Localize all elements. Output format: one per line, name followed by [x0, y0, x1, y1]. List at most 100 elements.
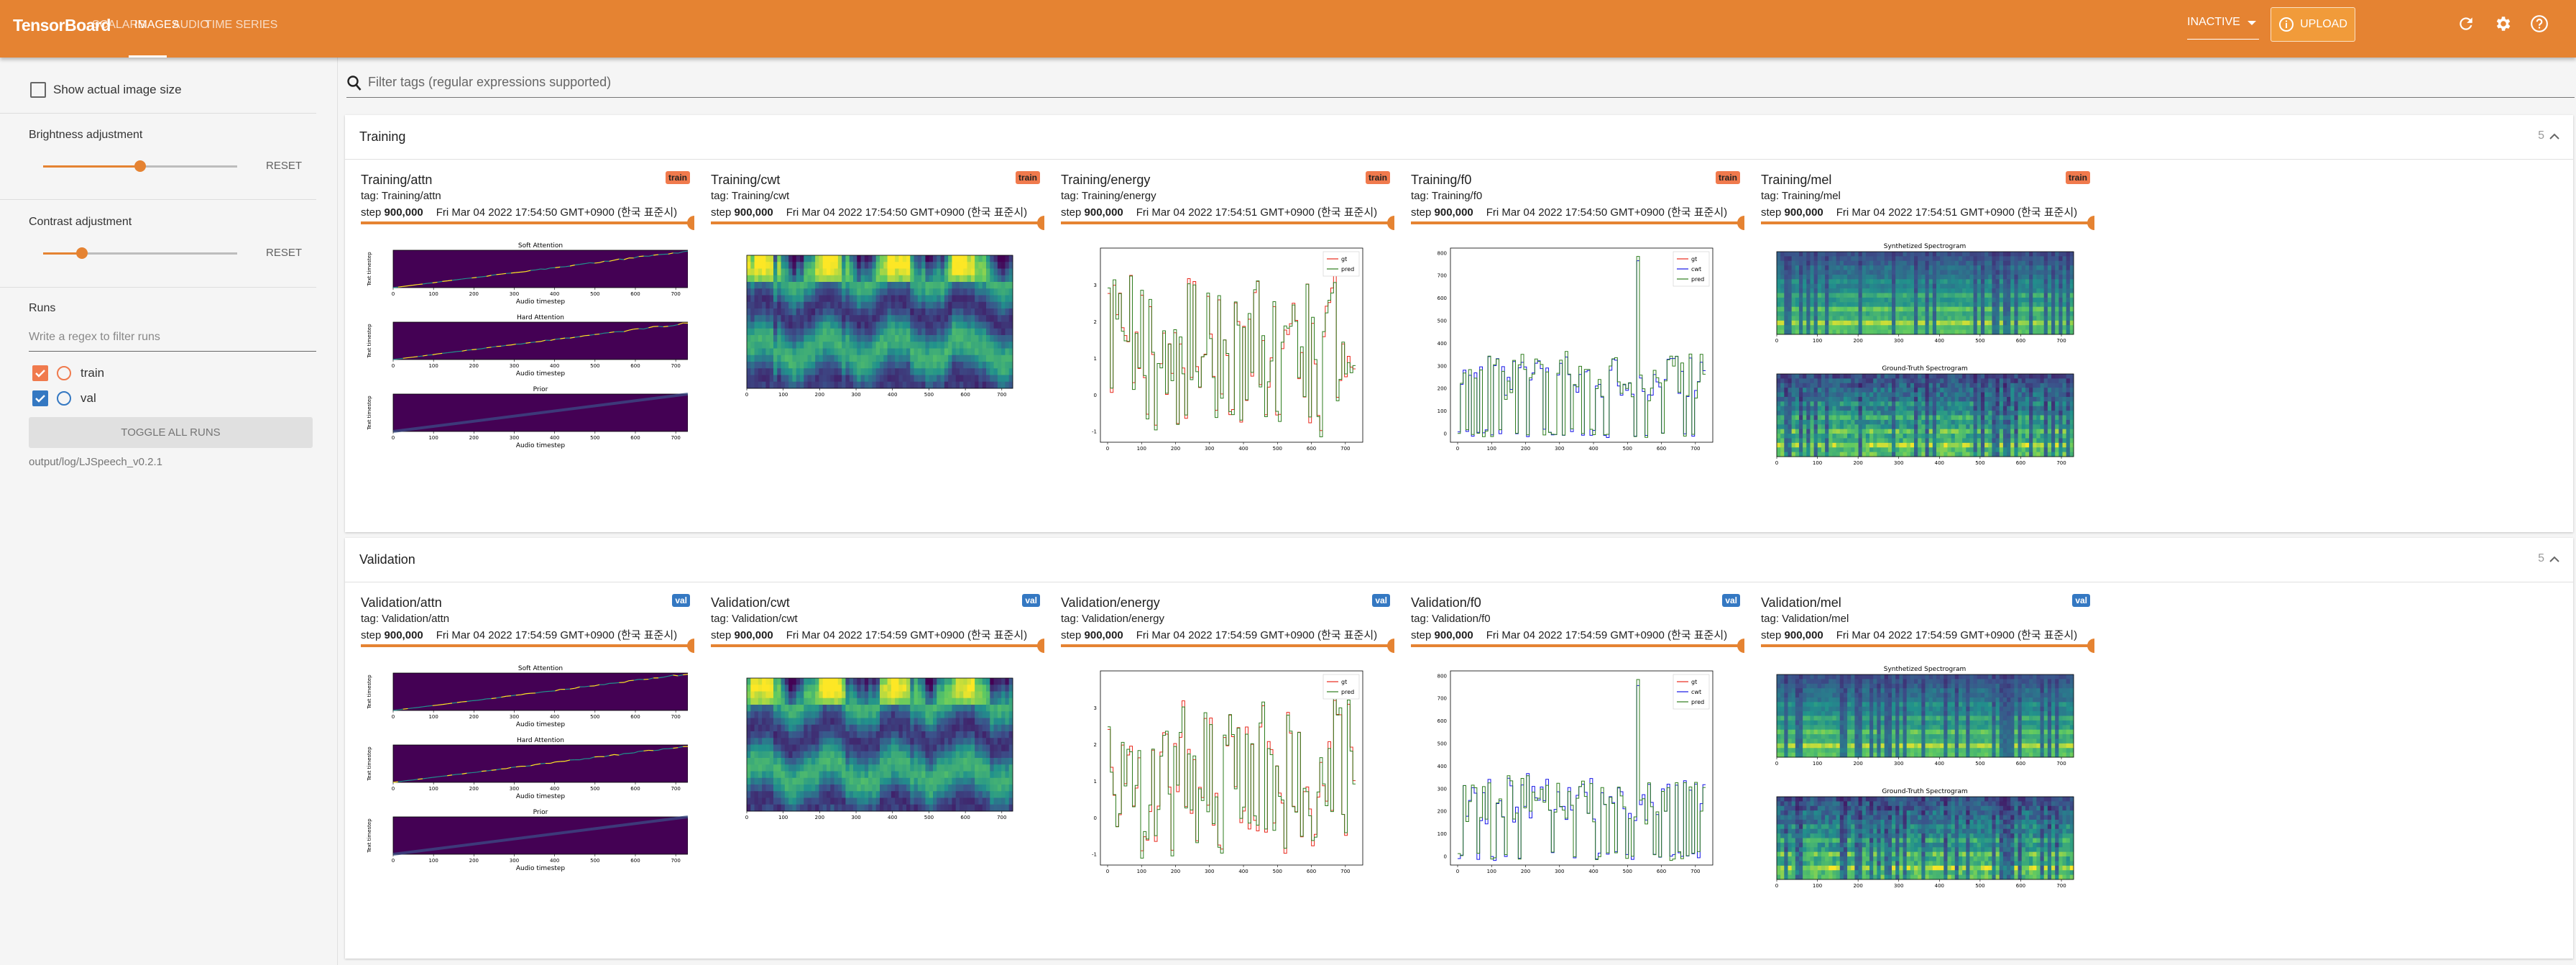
image-card: Training/mel train tag: Training/mel ste…	[1761, 171, 2094, 525]
tick-label: 700	[1340, 446, 1350, 452]
summary-image-energy[interactable]: -1 0 1 2 3 0 100 200 300 400 500 600 700 gt pred	[1061, 237, 1388, 467]
toggle-all-runs-button[interactable]: TOGGLE ALL RUNS	[29, 417, 313, 448]
step-slider-thumb[interactable]	[1037, 639, 1044, 653]
tick-label: 500	[924, 392, 934, 398]
chevron-up-icon[interactable]	[2546, 551, 2563, 568]
run-checkbox-train[interactable]	[32, 365, 48, 381]
tick-label: 600	[630, 858, 640, 864]
summary-image-mel[interactable]: Synthetized Spectrogram 0 100 200 300 400 500 6…	[1761, 660, 2088, 890]
step-slider-thumb[interactable]	[1737, 216, 1744, 230]
section-header[interactable]	[345, 538, 2573, 582]
tick-label: 200	[469, 858, 479, 864]
brightness-reset-button[interactable]: RESET	[266, 160, 302, 172]
step-value: 900,000	[1784, 629, 1823, 641]
tick-label: 200	[469, 714, 479, 720]
legend-entry: gt	[1341, 679, 1347, 685]
image-card-title: Validation/attn	[361, 595, 442, 610]
tick-label: 300	[1438, 363, 1447, 369]
contrast-slider-thumb[interactable]	[76, 247, 88, 259]
summary-image-energy[interactable]: -1 0 1 2 3 0 100 200 300 400 500 600 700 gt pred	[1061, 660, 1388, 890]
tick-label: 100	[428, 291, 438, 297]
step-slider[interactable]	[711, 216, 1044, 230]
image-card: Validation/attn val tag: Validation/attn…	[361, 594, 694, 951]
step-slider[interactable]	[1411, 639, 1744, 653]
summary-image-cwt[interactable]: 0 100 200 300 400 500 600 700	[711, 660, 1038, 890]
run-checkbox-val[interactable]	[32, 390, 48, 406]
summary-image-mel[interactable]: Synthetized Spectrogram 0 100 200 300 400 500 6…	[1761, 237, 2088, 467]
run-color-picker-val[interactable]	[57, 391, 71, 406]
tick-label: 600	[2016, 883, 2025, 889]
tick-label: 100	[1813, 460, 1822, 466]
tag-filter-input[interactable]: Filter tags (regular expressions support…	[368, 75, 611, 90]
axis-label: Audio timestep	[516, 865, 566, 872]
tag-filter[interactable]: Filter tags (regular expressions support…	[346, 70, 2575, 98]
dropdown-arrow-icon	[2248, 21, 2256, 25]
divider	[0, 113, 316, 114]
step-slider-thumb[interactable]	[2087, 639, 2094, 653]
summary-image-f0[interactable]: 0 100 200 300 400 500 600 700 800 0 100 200 300 400 50…	[1411, 660, 1738, 890]
tab-audio[interactable]: AUDIO	[172, 19, 209, 32]
plugin-select[interactable]: INACTIVE	[2187, 16, 2259, 40]
tick-label: 300	[1894, 338, 1903, 344]
run-color-picker-train[interactable]	[57, 366, 71, 380]
tick-label: 200	[1438, 809, 1447, 815]
step-slider[interactable]	[361, 639, 694, 653]
summary-image-f0[interactable]: 0 100 200 300 400 500 600 700 800 0 100 200 300 400 50…	[1411, 237, 1738, 467]
help-icon[interactable]	[2530, 14, 2549, 33]
step-slider[interactable]	[1061, 216, 1394, 230]
step-slider-thumb[interactable]	[1387, 216, 1394, 230]
image-card-title: Training/attn	[361, 173, 433, 187]
show-actual-size-label: Show actual image size	[53, 83, 182, 96]
checkmark-icon	[35, 395, 45, 403]
tick-label: 400	[550, 786, 559, 792]
brightness-slider-thumb[interactable]	[134, 160, 146, 172]
step-slider-thumb[interactable]	[1737, 639, 1744, 653]
tick-label: 0	[1456, 446, 1459, 452]
step-slider[interactable]	[1761, 216, 2094, 230]
upload-button[interactable]: UPLOAD	[2271, 7, 2355, 42]
run-badge: train	[1015, 171, 1040, 184]
refresh-icon[interactable]	[2457, 14, 2475, 33]
runs-filter-input[interactable]: Write a regex to filter runs	[29, 331, 316, 352]
subplot-title: Ground-Truth Spectrogram	[1882, 365, 1967, 372]
legend-entry: cwt	[1691, 689, 1701, 695]
summary-image-cwt[interactable]: 0 100 200 300 400 500 600 700	[711, 237, 1038, 467]
step-slider[interactable]	[711, 639, 1044, 653]
image-step-info: step 900,000 Fri Mar 04 2022 17:54:59 GMT…	[1061, 629, 1378, 641]
step-slider-thumb[interactable]	[2087, 216, 2094, 230]
step-slider[interactable]	[1761, 639, 2094, 653]
axis-label: Text timestep	[367, 746, 372, 782]
tick-label: 500	[1438, 318, 1447, 324]
step-slider-thumb[interactable]	[1387, 639, 1394, 653]
image-tag: tag: Training/mel	[1761, 190, 1841, 202]
step-slider-thumb[interactable]	[687, 639, 694, 653]
show-actual-size-checkbox[interactable]	[30, 82, 46, 98]
section-title: Training	[359, 129, 406, 144]
brightness-slider[interactable]	[43, 160, 237, 172]
checkmark-icon	[35, 370, 45, 378]
settings-gear-icon[interactable]	[2494, 14, 2513, 33]
tick-label: 0	[1106, 869, 1109, 874]
image-step-info: step 900,000 Fri Mar 04 2022 17:54:59 GMT…	[1411, 629, 1728, 641]
subplot-title: Ground-Truth Spectrogram	[1882, 788, 1967, 795]
tick-label: 500	[590, 858, 599, 864]
section-header[interactable]	[345, 115, 2573, 160]
step-slider-thumb[interactable]	[1037, 216, 1044, 230]
tick-label: 100	[1137, 869, 1146, 874]
image-card: Training/attn train tag: Training/attn s…	[361, 171, 694, 525]
step-value: 900,000	[734, 629, 773, 641]
summary-image-attn[interactable]: Soft Attention 0 100 200 300 400 500 600 700 Audi…	[361, 237, 688, 467]
step-slider-thumb[interactable]	[687, 216, 694, 230]
tick-label: 0	[1444, 431, 1447, 436]
tick-label: 0	[1775, 338, 1778, 344]
step-slider[interactable]	[1061, 639, 1394, 653]
tab-time-series[interactable]: TIME SERIES	[205, 19, 277, 32]
tick-label: 2	[1094, 319, 1097, 325]
tick-label: 400	[1935, 761, 1944, 767]
contrast-reset-button[interactable]: RESET	[266, 247, 302, 259]
contrast-slider[interactable]	[43, 247, 237, 259]
summary-image-attn[interactable]: Soft Attention 0 100 200 300 400 500 600 700 Audi…	[361, 660, 688, 890]
chevron-up-icon[interactable]	[2546, 128, 2563, 145]
step-slider[interactable]	[1411, 216, 1744, 230]
step-slider[interactable]	[361, 216, 694, 230]
